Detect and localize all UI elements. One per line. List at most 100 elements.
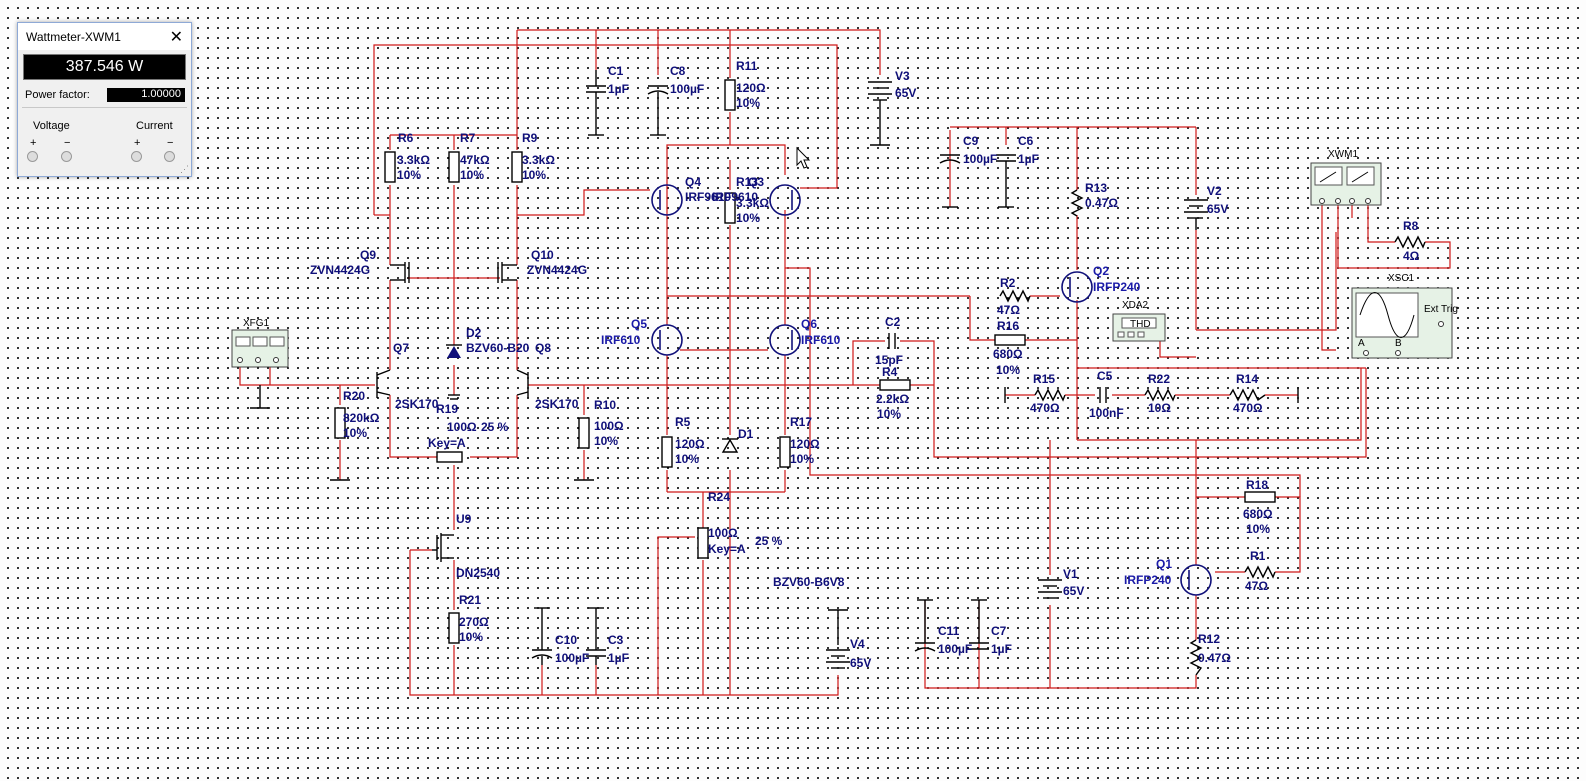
label-r9-tol: 10% bbox=[522, 168, 546, 182]
resize-grip-icon[interactable]: ⋰ bbox=[180, 164, 189, 175]
label-r7: R7 bbox=[460, 131, 476, 145]
label-v1-val: 65V bbox=[1063, 584, 1084, 598]
label-v2: V2 bbox=[1207, 184, 1222, 198]
label-c10-val: 100µF bbox=[555, 651, 589, 665]
label-r15-val: 470Ω bbox=[1030, 401, 1060, 415]
label-r17-tol: 10% bbox=[790, 452, 814, 466]
function-generator-xfg1[interactable] bbox=[231, 329, 289, 368]
label-r6: R6 bbox=[398, 131, 414, 145]
supply-v4[interactable] bbox=[826, 609, 850, 669]
jfets[interactable] bbox=[376, 369, 529, 398]
label-xda2: XDA2 bbox=[1122, 300, 1149, 311]
label-c7-val: 1µF bbox=[991, 642, 1012, 656]
current-minus-terminal[interactable] bbox=[164, 151, 175, 162]
current-plus-terminal[interactable] bbox=[131, 151, 142, 162]
label-r16-val: 680Ω bbox=[993, 347, 1023, 361]
label-r20-tol: 10% bbox=[343, 426, 367, 440]
label-c11-val: 100µF bbox=[938, 642, 972, 656]
label-r1-val: 47Ω bbox=[1245, 579, 1268, 593]
label-r19-pct: 25 % bbox=[481, 420, 509, 434]
label-r18-tol: 10% bbox=[1246, 522, 1270, 536]
label-r22: R22 bbox=[1148, 372, 1170, 386]
wattmeter-window[interactable]: Wattmeter-XWM1 ✕ 387.546 W Power factor:… bbox=[17, 22, 192, 177]
label-c5-val: 100nF bbox=[1089, 406, 1124, 420]
label-r18-val: 680Ω bbox=[1243, 507, 1273, 521]
label-r13-val: 0.47Ω bbox=[1085, 196, 1118, 210]
label-r24-key: Key=A bbox=[708, 542, 746, 556]
divider bbox=[22, 107, 187, 108]
label-r13top-tol: 10% bbox=[736, 211, 760, 225]
label-c8-val: 100µF bbox=[670, 82, 704, 96]
label-r5: R5 bbox=[675, 415, 691, 429]
label-thd: THD bbox=[1130, 319, 1151, 330]
oscilloscope-xsc1[interactable] bbox=[1351, 287, 1453, 359]
label-v3: V3 bbox=[895, 69, 910, 83]
label-r19: R19 bbox=[436, 402, 458, 416]
diodes[interactable] bbox=[446, 344, 739, 453]
label-q6-part: IRF610 bbox=[801, 333, 841, 347]
wattmeter-titlebar[interactable]: Wattmeter-XWM1 ✕ bbox=[18, 23, 191, 50]
label-d1-part: BZV60-B6V8 bbox=[773, 575, 845, 589]
label-u9: U9 bbox=[456, 512, 472, 526]
label-xsc1: XSC1 bbox=[1388, 273, 1415, 284]
label-v2-val: 65V bbox=[1207, 202, 1228, 216]
voltage-plus-label: + bbox=[30, 137, 37, 149]
schematic-canvas[interactable]: C1 1µF C8 100µF R11 120Ω 10% V3 65V R6 3… bbox=[0, 0, 1586, 781]
label-r5-tol: 10% bbox=[675, 452, 699, 466]
label-q5-part: IRF610 bbox=[601, 333, 641, 347]
label-xfg1: XFG1 bbox=[243, 318, 270, 329]
supply-v3[interactable] bbox=[868, 81, 892, 146]
label-r24-pct: 25 % bbox=[755, 534, 783, 548]
label-r10-val: 100Ω bbox=[594, 419, 624, 433]
label-c9: C9 bbox=[963, 134, 979, 148]
label-q7: Q7 bbox=[393, 341, 409, 355]
label-q10-part: ZVN4424G bbox=[527, 263, 587, 277]
label-d1: D1 bbox=[738, 427, 754, 441]
label-r20: R20 bbox=[343, 389, 365, 403]
close-icon[interactable]: ✕ bbox=[170, 27, 183, 47]
label-c2: C2 bbox=[885, 315, 901, 329]
supply-v1[interactable] bbox=[1038, 579, 1062, 599]
label-c8: C8 bbox=[670, 64, 686, 78]
voltage-minus-terminal[interactable] bbox=[61, 151, 72, 162]
label-c10: C10 bbox=[555, 633, 577, 647]
label-q1: Q1 bbox=[1156, 557, 1172, 571]
current-label: Current bbox=[136, 120, 173, 132]
label-r2-val: 47Ω bbox=[997, 303, 1020, 317]
label-r19-key: Key=A bbox=[428, 436, 466, 450]
wattmeter-xwm1[interactable] bbox=[1310, 162, 1382, 206]
label-q3: Q3 bbox=[748, 175, 764, 189]
label-r11-tol: 10% bbox=[736, 96, 760, 110]
label-c11: C11 bbox=[938, 624, 960, 638]
label-r14-val: 470Ω bbox=[1233, 401, 1263, 415]
label-r19-val: 100Ω bbox=[447, 420, 477, 434]
label-r6-tol: 10% bbox=[397, 168, 421, 182]
label-r11-val: 120Ω bbox=[736, 81, 766, 95]
label-r24-val: 100Ω bbox=[708, 526, 738, 540]
label-q8: Q8 bbox=[535, 341, 551, 355]
voltage-plus-terminal[interactable] bbox=[27, 151, 38, 162]
power-factor-label: Power factor: bbox=[25, 89, 90, 101]
label-r4-tol: 10% bbox=[877, 407, 901, 421]
label-r16-tol: 10% bbox=[996, 363, 1020, 377]
label-q3-part: IRF9610 bbox=[712, 190, 758, 204]
label-q7-part: 2SK170 bbox=[395, 397, 439, 411]
component-labels: C1 1µF C8 100µF R11 120Ω 10% V3 65V R6 3… bbox=[243, 59, 1458, 670]
label-q4: Q4 bbox=[685, 175, 701, 189]
supply-v2[interactable] bbox=[1184, 199, 1208, 230]
label-v3-val: 65V bbox=[895, 86, 916, 100]
label-d2: D2 bbox=[466, 326, 482, 340]
label-r12-val: 0.47Ω bbox=[1198, 651, 1231, 665]
label-q1-part: IRFP240 bbox=[1124, 573, 1172, 587]
label-ch-b: B bbox=[1395, 338, 1402, 349]
label-ch-a: A bbox=[1358, 338, 1365, 349]
mouse-cursor-icon bbox=[796, 146, 811, 169]
label-r5-val: 120Ω bbox=[675, 437, 705, 451]
label-c1: C1 bbox=[608, 64, 624, 78]
label-c6: C6 bbox=[1018, 134, 1034, 148]
label-c5: C5 bbox=[1097, 369, 1113, 383]
label-c9-val: 100µF bbox=[963, 152, 997, 166]
label-c1-val: 1µF bbox=[608, 82, 629, 96]
label-q5: Q5 bbox=[631, 317, 647, 331]
label-r7-val: 47kΩ bbox=[460, 153, 490, 167]
